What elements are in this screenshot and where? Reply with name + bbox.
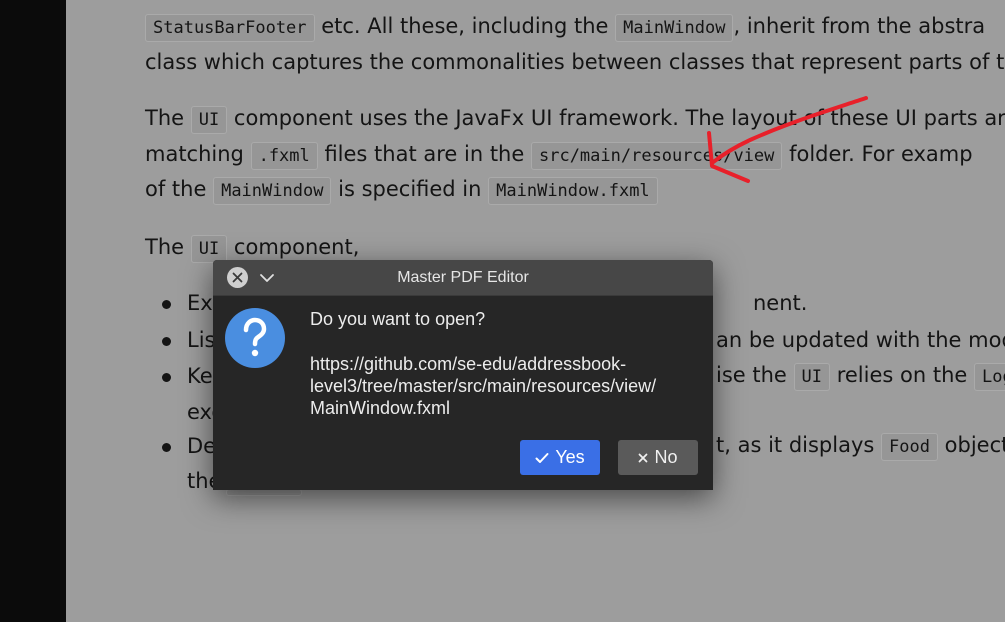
bullet-4-end: t, as it displays Food object bbox=[716, 433, 1005, 461]
inline-code: MainWindow bbox=[615, 14, 734, 42]
bullet-marker bbox=[162, 373, 171, 382]
inline-code: Log bbox=[973, 363, 1005, 391]
inline-code: Food bbox=[881, 433, 938, 461]
doc-line-4: matching .fxml files that are in the src… bbox=[145, 142, 973, 170]
bullet-4-start: De bbox=[187, 434, 217, 458]
bullet-3-start: Ke bbox=[187, 364, 213, 388]
inline-code: StatusBarFooter bbox=[145, 14, 315, 42]
dialog-url-line-3: MainWindow.fxml bbox=[310, 398, 451, 418]
bullet-marker bbox=[162, 300, 171, 309]
dialog-titlebar: Master PDF Editor bbox=[213, 260, 713, 296]
inline-code: MainWindow.fxml bbox=[488, 177, 658, 205]
inline-code: UI bbox=[793, 363, 831, 391]
no-button-label: No bbox=[654, 447, 678, 467]
check-icon bbox=[535, 452, 549, 463]
inline-code bbox=[226, 489, 302, 496]
doc-line-5: of the MainWindow is specified in MainWi… bbox=[145, 177, 658, 205]
dialog-question: Do you want to open? bbox=[310, 309, 486, 329]
doc-line-2: class which captures the commonalities b… bbox=[145, 50, 1005, 74]
x-icon bbox=[639, 453, 648, 462]
inline-code: src/main/resources/view bbox=[530, 142, 783, 170]
no-button[interactable]: No bbox=[618, 440, 698, 475]
inline-code: .fxml bbox=[250, 142, 318, 170]
dialog-url-line-1: https://github.com/se-edu/addressbook- bbox=[310, 354, 627, 374]
bullet-marker bbox=[162, 443, 171, 452]
yes-button-label: Yes bbox=[555, 447, 585, 467]
inline-code: UI bbox=[190, 106, 228, 134]
dialog-url-line-2: level3/tree/master/src/main/resources/vi… bbox=[310, 376, 657, 396]
question-icon bbox=[225, 308, 285, 368]
doc-line-3: The UI component uses the JavaFx UI fram… bbox=[145, 106, 1005, 134]
doc-line-6: The UI component, bbox=[145, 235, 359, 263]
bullet-marker bbox=[162, 337, 171, 346]
bullet-2-start: Lis bbox=[187, 328, 216, 352]
doc-line-1: StatusBarFooter etc. All these, includin… bbox=[145, 14, 985, 42]
inline-code: UI bbox=[190, 235, 228, 263]
bullet-2-end: an be updated with the modi bbox=[716, 328, 1005, 352]
bullet-3-end: ise the UI relies on the Log bbox=[716, 363, 1005, 391]
left-panel bbox=[0, 0, 66, 622]
inline-code: MainWindow bbox=[213, 177, 332, 205]
open-link-dialog: Master PDF Editor Do you want to open? h… bbox=[213, 260, 713, 490]
dialog-title: Master PDF Editor bbox=[397, 269, 529, 286]
yes-button[interactable]: Yes bbox=[520, 440, 600, 475]
bullet-1-end: nent. bbox=[753, 291, 808, 315]
